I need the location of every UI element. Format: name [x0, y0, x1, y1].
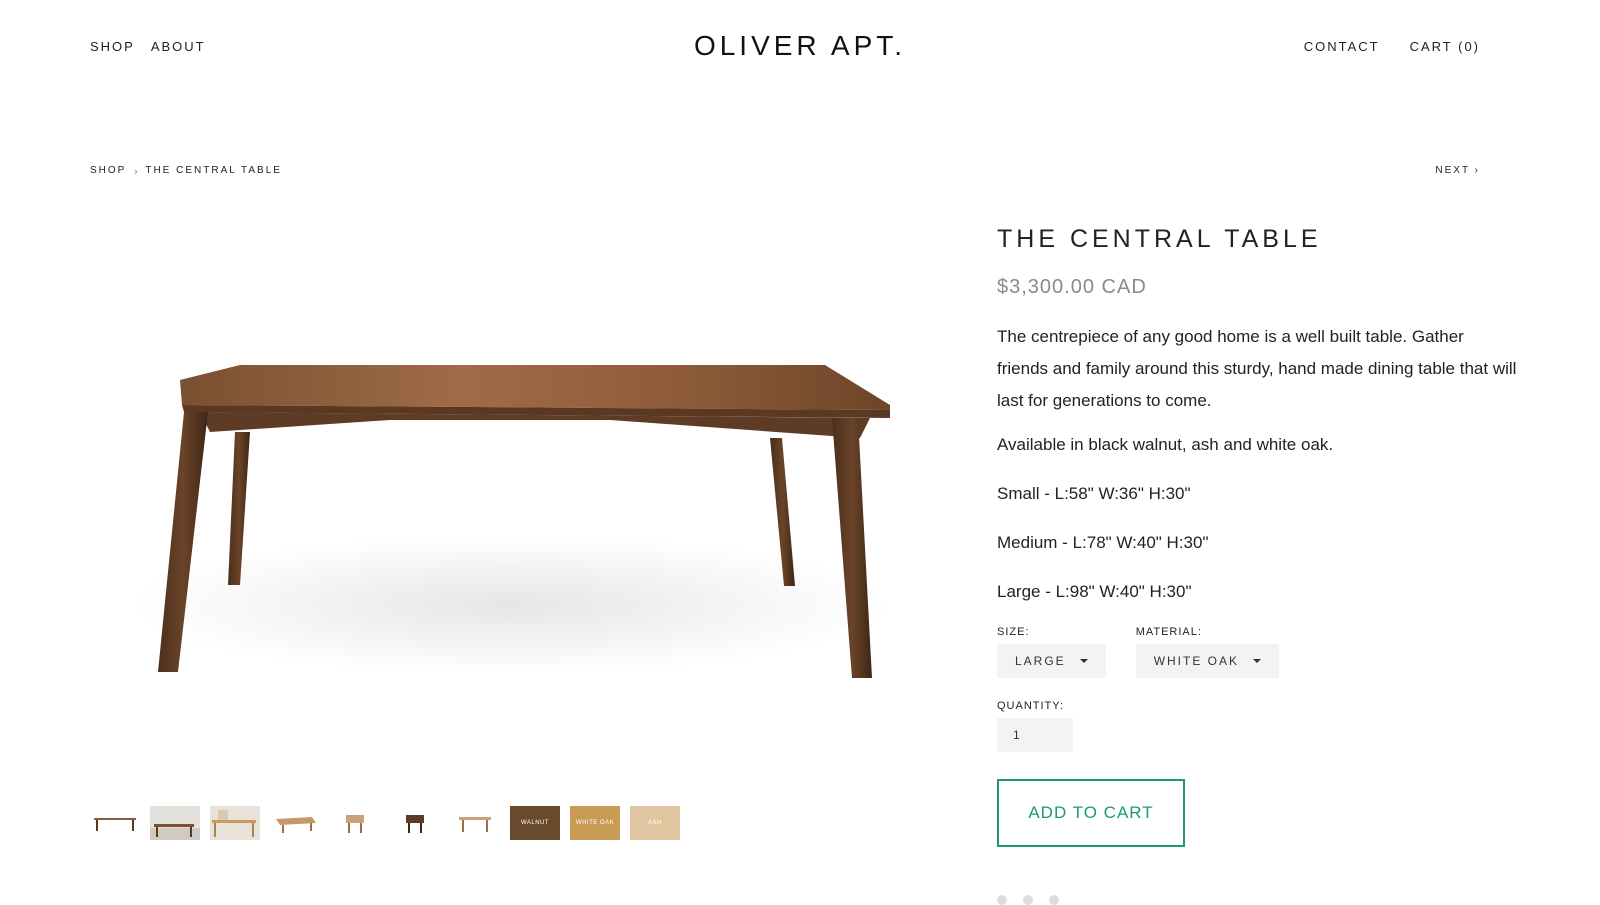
add-to-cart-button[interactable]: ADD TO CART [997, 779, 1185, 847]
pinterest-icon[interactable] [1049, 895, 1059, 905]
product-availability: Available in black walnut, ash and white… [997, 435, 1334, 454]
size-label: SIZE: [997, 626, 1030, 638]
material-select-group: MATERIAL: WHITE OAK [1135, 626, 1280, 678]
thumbnail-swatch-walnut[interactable]: WALNUT [510, 806, 560, 840]
breadcrumb-separator: › [134, 165, 138, 176]
quantity-group: QUANTITY: 1 [997, 700, 1517, 752]
thumbnail-stool-dark[interactable] [390, 806, 440, 840]
variant-selects: SIZE: LARGE MATERIAL: WHITE OAK [997, 626, 1517, 678]
size-select-value: LARGE [1015, 654, 1066, 668]
table-illustration [130, 365, 890, 678]
thumbnail-table-walnut[interactable] [90, 806, 140, 840]
next-product-link[interactable]: NEXT › [1435, 165, 1480, 176]
share-icons [997, 895, 1059, 905]
quantity-label: QUANTITY: [997, 700, 1065, 712]
breadcrumb-current: THE CENTRAL TABLE [145, 165, 282, 176]
breadcrumb: SHOP › THE CENTRAL TABLE [90, 165, 282, 176]
swatch-label: WHITE OAK [575, 820, 615, 826]
facebook-icon[interactable] [997, 895, 1007, 905]
thumbnail-room[interactable] [150, 806, 200, 840]
swatch-label: ASH [648, 820, 662, 826]
thumbnail-swatch-ash[interactable]: ASH [630, 806, 680, 840]
thumbnail-strip: WALNUT WHITE OAK ASH [90, 806, 680, 840]
size-select[interactable]: LARGE [997, 644, 1106, 678]
thumbnail-side-table[interactable] [450, 806, 500, 840]
material-select-value: WHITE OAK [1153, 654, 1240, 668]
breadcrumb-shop-link[interactable]: SHOP [90, 165, 126, 176]
product-image[interactable] [90, 220, 930, 780]
size-spec-small: Small - L:58" W:36" H:30" [997, 484, 1191, 503]
thumbnail-stool[interactable] [330, 806, 380, 840]
product-description: The centrepiece of any good home is a we… [997, 327, 1517, 410]
size-spec-large: Large - L:98" W:40" H:30" [997, 582, 1192, 601]
nav-contact-link[interactable]: CONTACT [1304, 39, 1380, 54]
product-price: $3,300.00 CAD [997, 276, 1147, 298]
quantity-input[interactable]: 1 [997, 718, 1073, 752]
chevron-down-icon [1253, 659, 1262, 663]
material-label: MATERIAL: [1135, 626, 1202, 638]
cart-link[interactable]: CART (0) [1410, 39, 1480, 54]
secondary-nav: CONTACT CART (0) [1304, 39, 1480, 54]
product-title: THE CENTRAL TABLE [997, 225, 1322, 253]
thumbnail-swatch-white-oak[interactable]: WHITE OAK [570, 806, 620, 840]
swatch-label: WALNUT [520, 820, 550, 826]
thumbnail-room-light[interactable] [210, 806, 260, 840]
size-select-group: SIZE: LARGE [997, 626, 1106, 678]
product-info: THE CENTRAL TABLE $3,300.00 CAD The cent… [997, 225, 1517, 847]
twitter-icon[interactable] [1023, 895, 1033, 905]
size-spec-medium: Medium - L:78" W:40" H:30" [997, 533, 1209, 552]
chevron-down-icon [1079, 659, 1088, 663]
thumbnail-bench[interactable] [270, 806, 320, 840]
material-select[interactable]: WHITE OAK [1135, 644, 1280, 678]
